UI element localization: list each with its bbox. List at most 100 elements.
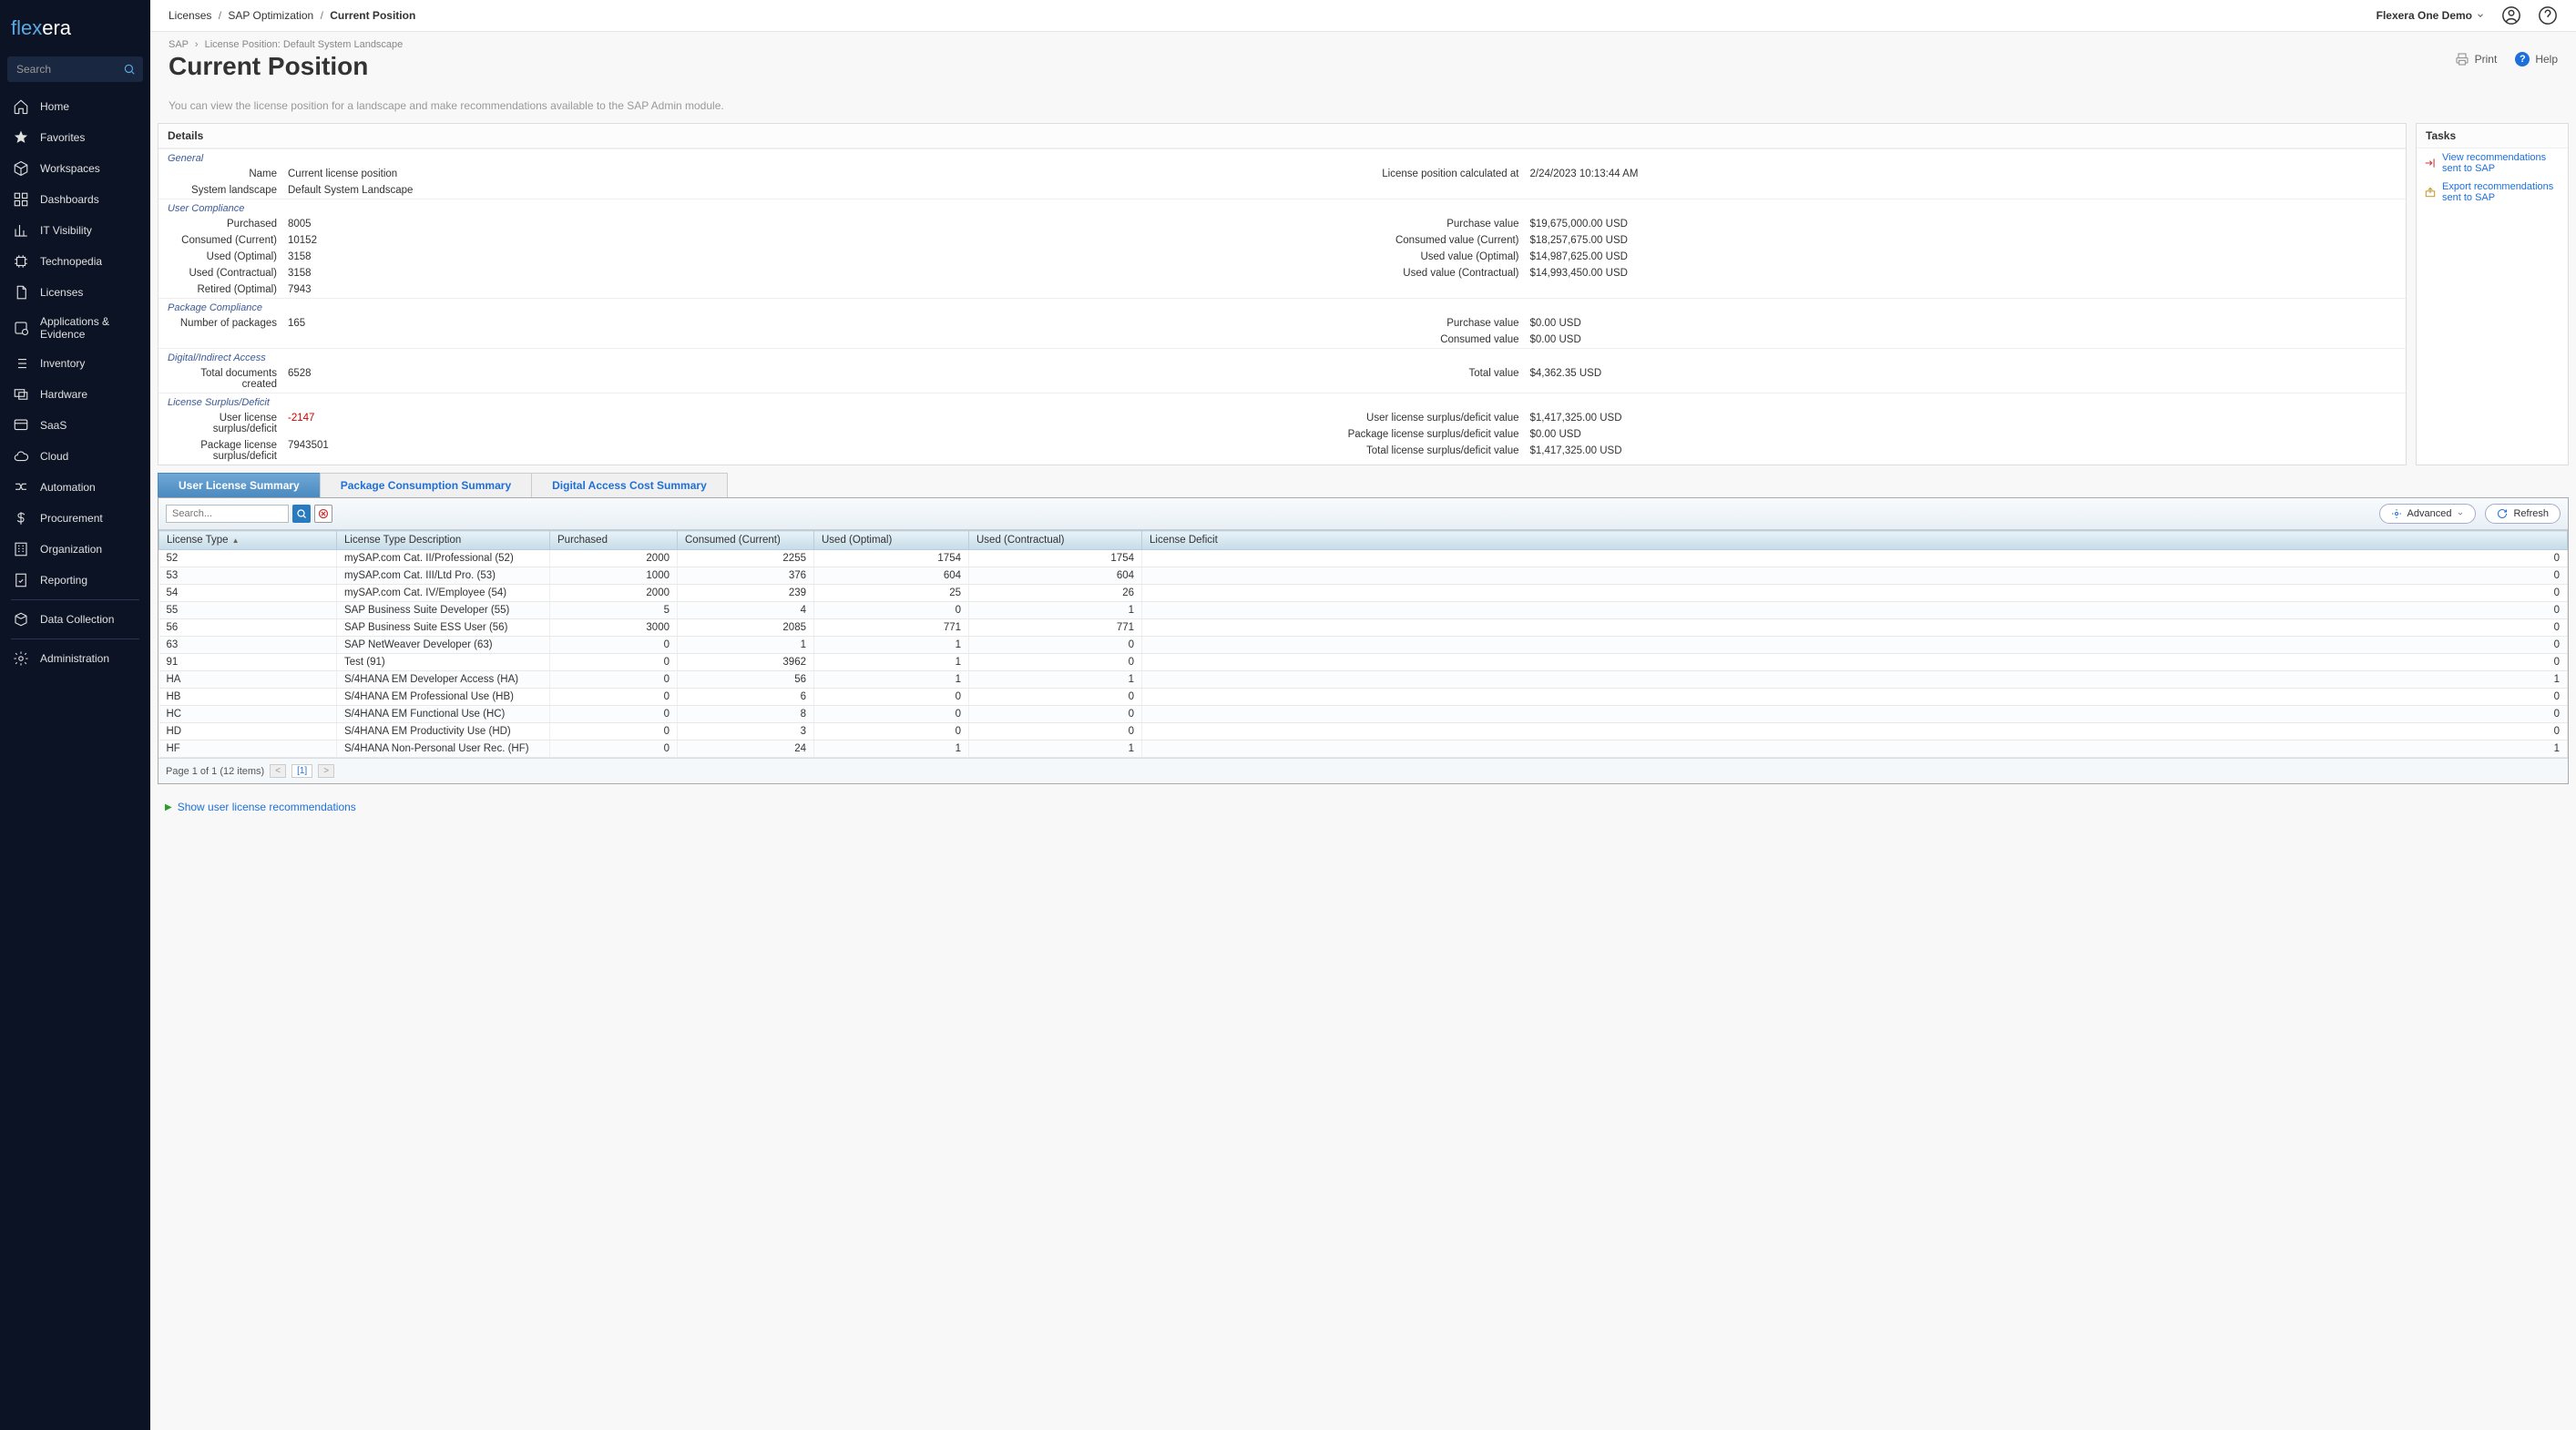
col-deficit[interactable]: License Deficit: [1142, 531, 2568, 550]
nav-inventory[interactable]: Inventory: [0, 348, 150, 379]
kv-label: Consumed value (Current): [1292, 235, 1519, 246]
nav-data-collection[interactable]: Data Collection: [0, 604, 150, 635]
cell-contractual: 1754: [969, 550, 1142, 567]
cell-contractual: 604: [969, 567, 1142, 585]
table-row[interactable]: HDS/4HANA EM Productivity Use (HD)03000: [159, 723, 2568, 741]
pager-next[interactable]: >: [318, 764, 334, 778]
cell-consumed: 376: [678, 567, 814, 585]
nav-technopedia[interactable]: Technopedia: [0, 246, 150, 277]
nav-home[interactable]: Home: [0, 91, 150, 122]
kv-label: Purchase value: [1292, 219, 1519, 230]
nav-procurement[interactable]: Procurement: [0, 503, 150, 534]
logo-era: era: [42, 16, 71, 39]
cell-purchased: 0: [550, 689, 678, 706]
nav-apps-evidence[interactable]: Applications & Evidence: [0, 308, 150, 348]
col-optimal[interactable]: Used (Optimal): [814, 531, 969, 550]
table-row[interactable]: HBS/4HANA EM Professional Use (HB)06000: [159, 689, 2568, 706]
nav-workspaces[interactable]: Workspaces: [0, 153, 150, 184]
table-row[interactable]: 54mySAP.com Cat. IV/Employee (54)2000239…: [159, 585, 2568, 602]
crumb-sap-opt[interactable]: SAP Optimization: [228, 9, 313, 22]
nav-label: Automation: [40, 481, 96, 494]
collect-icon: [13, 611, 29, 628]
kv-label: Number of packages: [168, 318, 277, 329]
crumb-current: Current Position: [330, 9, 415, 22]
nav-cloud[interactable]: Cloud: [0, 441, 150, 472]
list-icon: [13, 355, 29, 372]
table-row[interactable]: 52mySAP.com Cat. II/Professional (52)200…: [159, 550, 2568, 567]
cell-purchased: 1000: [550, 567, 678, 585]
pager-prev[interactable]: <: [270, 764, 286, 778]
table-search-button[interactable]: [292, 505, 311, 523]
cell-lt: 54: [159, 585, 337, 602]
kv-row: Total license surplus/deficit value$1,41…: [1283, 443, 2407, 459]
pager-page-1[interactable]: [1]: [291, 764, 312, 778]
col-consumed[interactable]: Consumed (Current): [678, 531, 814, 550]
mini-crumb-sap[interactable]: SAP: [169, 39, 189, 50]
kv-row: Used (Optimal)3158: [158, 249, 1283, 265]
pager-text: Page 1 of 1 (12 items): [166, 766, 264, 777]
nav-organization[interactable]: Organization: [0, 534, 150, 565]
table-row[interactable]: HAS/4HANA EM Developer Access (HA)056111: [159, 671, 2568, 689]
nav-favorites[interactable]: Favorites: [0, 122, 150, 153]
nav-it-visibility[interactable]: IT Visibility: [0, 215, 150, 246]
nav-hardware[interactable]: Hardware: [0, 379, 150, 410]
tab-digital-access-cost[interactable]: Digital Access Cost Summary: [531, 473, 728, 497]
nav-label: Applications & Evidence: [40, 315, 138, 341]
nav-label: IT Visibility: [40, 224, 92, 237]
task-export-recommendations[interactable]: Export recommendations sent to SAP: [2417, 178, 2568, 207]
tab-user-license-summary[interactable]: User License Summary: [158, 473, 321, 497]
mini-crumb-position: License Position: Default System Landsca…: [205, 39, 404, 50]
table-row[interactable]: HCS/4HANA EM Functional Use (HC)08000: [159, 706, 2568, 723]
show-recommendations-link[interactable]: ▶ Show user license recommendations: [165, 801, 2561, 813]
nav: Home Favorites Workspaces Dashboards IT …: [0, 91, 150, 674]
help-button[interactable]: ? Help: [2515, 52, 2558, 66]
nav-saas[interactable]: SaaS: [0, 410, 150, 441]
kv-label: Package license surplus/deficit value: [1292, 429, 1519, 440]
cell-deficit: 1: [1142, 671, 2568, 689]
cell-optimal: 0: [814, 706, 969, 723]
nav-label: Favorites: [40, 131, 85, 144]
col-contractual[interactable]: Used (Contractual): [969, 531, 1142, 550]
nav-licenses[interactable]: Licenses: [0, 277, 150, 308]
nav-dashboards[interactable]: Dashboards: [0, 184, 150, 215]
table-row[interactable]: 91Test (91)03962100: [159, 654, 2568, 671]
advanced-button[interactable]: Advanced: [2379, 504, 2477, 524]
table-row[interactable]: HFS/4HANA Non-Personal User Rec. (HF)024…: [159, 741, 2568, 758]
print-button[interactable]: Print: [2455, 52, 2498, 66]
nav-label: Technopedia: [40, 255, 102, 268]
table-clear-button[interactable]: [314, 505, 332, 523]
nav-reporting[interactable]: Reporting: [0, 565, 150, 596]
kv-row: Total value$4,362.35 USD: [1283, 365, 2407, 382]
search-icon[interactable]: [123, 63, 136, 76]
cell-desc: S/4HANA EM Professional Use (HB): [337, 689, 550, 706]
cell-contractual: 0: [969, 723, 1142, 741]
task-label: View recommendations sent to SAP: [2442, 152, 2561, 174]
tenant-menu[interactable]: Flexera One Demo: [2377, 9, 2485, 22]
task-view-recommendations[interactable]: View recommendations sent to SAP: [2417, 148, 2568, 178]
nav-label: Hardware: [40, 388, 87, 401]
print-icon: [2455, 52, 2469, 66]
tab-package-consumption[interactable]: Package Consumption Summary: [320, 473, 532, 497]
table-row[interactable]: 63SAP NetWeaver Developer (63)01100: [159, 637, 2568, 654]
col-license-type[interactable]: License Type: [159, 531, 337, 550]
data-table: License Type License Type Description Pu…: [158, 530, 2568, 758]
table-search-input[interactable]: [166, 505, 289, 523]
label-name: Name: [168, 169, 277, 179]
nav-automation[interactable]: Automation: [0, 472, 150, 503]
refresh-button[interactable]: Refresh: [2485, 504, 2561, 524]
col-description[interactable]: License Type Description: [337, 531, 550, 550]
table-row[interactable]: 53mySAP.com Cat. III/Ltd Pro. (53)100037…: [159, 567, 2568, 585]
nav-label: Home: [40, 100, 69, 113]
search-icon: [296, 508, 307, 519]
crumb-licenses[interactable]: Licenses: [169, 9, 211, 22]
table-row[interactable]: 55SAP Business Suite Developer (55)54010: [159, 602, 2568, 619]
grid-icon: [13, 191, 29, 208]
col-purchased[interactable]: Purchased: [550, 531, 678, 550]
nav-administration[interactable]: Administration: [0, 643, 150, 674]
table-row[interactable]: 56SAP Business Suite ESS User (56)300020…: [159, 619, 2568, 637]
user-icon[interactable]: [2501, 5, 2521, 26]
value-landscape: Default System Landscape: [288, 185, 413, 196]
cell-lt: HF: [159, 741, 337, 758]
kv-row: Purchase value$19,675,000.00 USD: [1283, 216, 2407, 232]
help-icon[interactable]: [2538, 5, 2558, 26]
